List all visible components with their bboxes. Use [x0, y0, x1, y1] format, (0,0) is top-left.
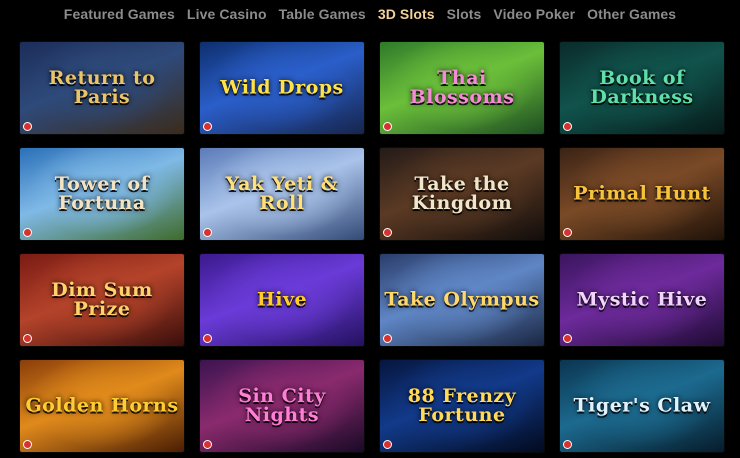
game-tile[interactable]: Take Olympus	[380, 254, 544, 346]
game-title: Hive	[256, 288, 308, 311]
provider-badge-icon	[563, 334, 572, 343]
game-title: Take Olympus	[384, 288, 540, 311]
game-tile[interactable]: Primal Hunt	[560, 148, 724, 240]
game-tile[interactable]: Tiger's Claw	[560, 360, 724, 452]
provider-badge-icon	[203, 228, 212, 237]
game-title: Dim Sum Prize	[51, 279, 153, 320]
tab-live-casino[interactable]: Live Casino	[187, 6, 267, 22]
game-tile[interactable]: Hive	[200, 254, 364, 346]
tab-video-poker[interactable]: Video Poker	[493, 6, 575, 22]
game-tile[interactable]: 88 Frenzy Fortune	[380, 360, 544, 452]
tab-table-games[interactable]: Table Games	[279, 6, 366, 22]
game-tile[interactable]: Golden Horns	[20, 360, 184, 452]
provider-badge-icon	[203, 122, 212, 131]
game-tile[interactable]: Mystic Hive	[560, 254, 724, 346]
game-title: Primal Hunt	[573, 182, 711, 205]
game-tile[interactable]: Book of Darkness	[560, 42, 724, 134]
game-title: 88 Frenzy Fortune	[407, 385, 517, 426]
game-title: Take the Kingdom	[411, 173, 513, 214]
provider-badge-icon	[23, 228, 32, 237]
game-title: Book of Darkness	[590, 67, 694, 108]
game-title: Return to Paris	[48, 67, 156, 108]
provider-badge-icon	[383, 440, 392, 449]
game-tile[interactable]: Tower of Fortuna	[20, 148, 184, 240]
provider-badge-icon	[23, 122, 32, 131]
game-tile[interactable]: Yak Yeti & Roll	[200, 148, 364, 240]
provider-badge-icon	[23, 440, 32, 449]
tab-other-games[interactable]: Other Games	[587, 6, 676, 22]
provider-badge-icon	[203, 334, 212, 343]
tab-slots[interactable]: Slots	[447, 6, 482, 22]
game-title: Tower of Fortuna	[54, 173, 150, 214]
tab-3d-slots[interactable]: 3D Slots	[378, 6, 435, 22]
game-tile[interactable]: Return to Paris	[20, 42, 184, 134]
game-tile[interactable]: Dim Sum Prize	[20, 254, 184, 346]
tab-featured-games[interactable]: Featured Games	[64, 6, 175, 22]
provider-badge-icon	[203, 440, 212, 449]
game-title: Tiger's Claw	[573, 394, 711, 417]
game-tile[interactable]: Thai Blossoms	[380, 42, 544, 134]
provider-badge-icon	[563, 228, 572, 237]
provider-badge-icon	[563, 440, 572, 449]
game-title: Mystic Hive	[576, 288, 708, 311]
game-title: Golden Horns	[25, 394, 179, 417]
provider-badge-icon	[23, 334, 32, 343]
game-category-tabs: Featured Games Live Casino Table Games 3D S…	[0, 0, 740, 28]
game-title: Wild Drops	[220, 76, 344, 99]
provider-badge-icon	[383, 334, 392, 343]
provider-badge-icon	[383, 122, 392, 131]
game-title: Yak Yeti & Roll	[225, 173, 339, 214]
game-tile[interactable]: Sin City Nights	[200, 360, 364, 452]
game-grid: Return to Paris Wild Drops Thai Blossoms Bo…	[20, 42, 724, 452]
game-title: Sin City Nights	[238, 385, 326, 426]
provider-badge-icon	[563, 122, 572, 131]
game-tile[interactable]: Wild Drops	[200, 42, 364, 134]
game-title: Thai Blossoms	[409, 67, 515, 108]
provider-badge-icon	[383, 228, 392, 237]
game-tile[interactable]: Take the Kingdom	[380, 148, 544, 240]
